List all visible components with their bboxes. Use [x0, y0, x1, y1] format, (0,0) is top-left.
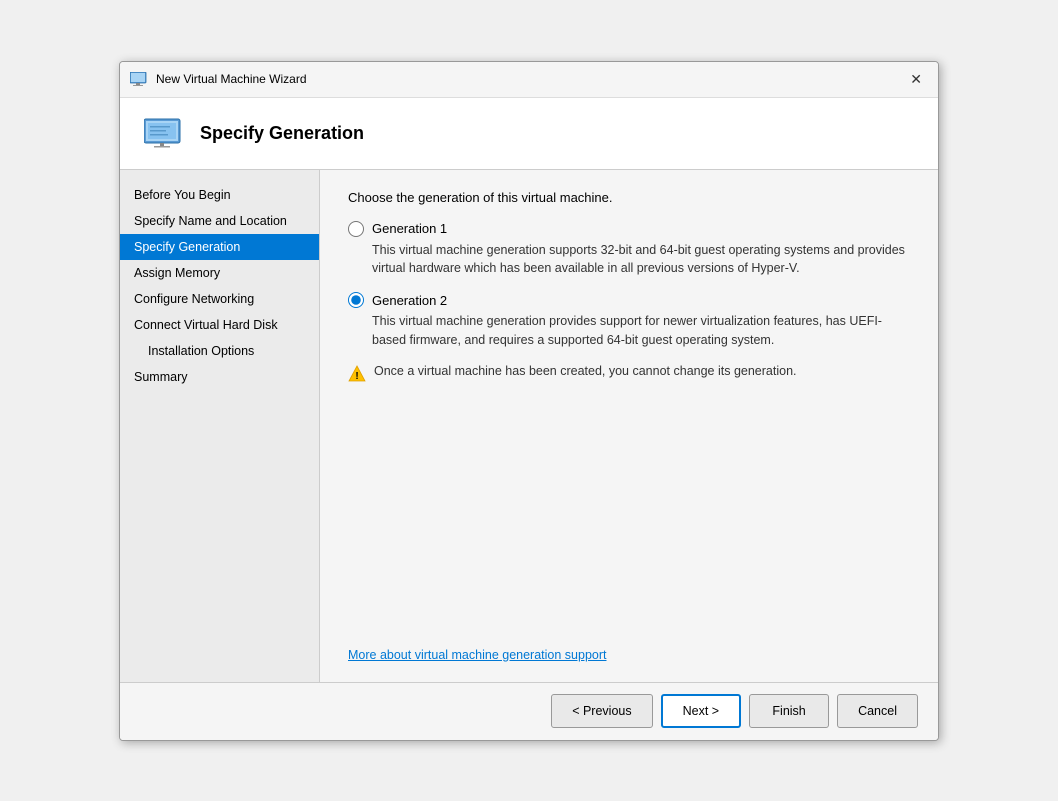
- generation2-radio[interactable]: [348, 292, 364, 308]
- title-bar-title: New Virtual Machine Wizard: [156, 72, 307, 86]
- generation2-description: This virtual machine generation provides…: [372, 312, 910, 350]
- help-link[interactable]: More about virtual machine generation su…: [348, 648, 606, 662]
- generation1-label-row: Generation 1: [348, 221, 910, 237]
- sidebar-item-specify-generation[interactable]: Specify Generation: [120, 234, 319, 260]
- generation2-label-row: Generation 2: [348, 292, 910, 308]
- next-button[interactable]: Next >: [661, 694, 741, 728]
- generation1-label[interactable]: Generation 1: [372, 221, 447, 236]
- finish-button[interactable]: Finish: [749, 694, 829, 728]
- wizard-header: Specify Generation: [120, 98, 938, 170]
- wizard-dialog: New Virtual Machine Wizard ✕ Specify Gen…: [119, 61, 939, 741]
- generation1-option: Generation 1 This virtual machine genera…: [348, 221, 910, 279]
- sidebar-item-before-you-begin[interactable]: Before You Begin: [120, 182, 319, 208]
- vm-icon-small: [130, 72, 148, 86]
- monitor-icon: [144, 117, 184, 149]
- title-bar: New Virtual Machine Wizard ✕: [120, 62, 938, 98]
- title-bar-left: New Virtual Machine Wizard: [130, 72, 307, 86]
- wizard-body: Before You Begin Specify Name and Locati…: [120, 170, 938, 682]
- wizard-content: Choose the generation of this virtual ma…: [320, 170, 938, 682]
- warning-box: ! Once a virtual machine has been create…: [348, 364, 910, 386]
- sidebar-item-assign-memory[interactable]: Assign Memory: [120, 260, 319, 286]
- close-button[interactable]: ✕: [904, 69, 928, 90]
- generation2-option: Generation 2 This virtual machine genera…: [348, 292, 910, 350]
- warning-icon: !: [348, 365, 366, 386]
- cancel-button[interactable]: Cancel: [837, 694, 918, 728]
- content-intro: Choose the generation of this virtual ma…: [348, 190, 910, 205]
- generation1-description: This virtual machine generation supports…: [372, 241, 910, 279]
- sidebar-item-summary[interactable]: Summary: [120, 364, 319, 390]
- sidebar-item-connect-vhd[interactable]: Connect Virtual Hard Disk: [120, 312, 319, 338]
- sidebar-item-specify-name-location[interactable]: Specify Name and Location: [120, 208, 319, 234]
- svg-text:!: !: [355, 371, 358, 382]
- warning-text: Once a virtual machine has been created,…: [374, 364, 797, 378]
- radio-group: Generation 1 This virtual machine genera…: [348, 221, 910, 350]
- link-area: More about virtual machine generation su…: [348, 627, 910, 662]
- wizard-sidebar: Before You Begin Specify Name and Locati…: [120, 170, 320, 682]
- wizard-footer: < Previous Next > Finish Cancel: [120, 682, 938, 740]
- previous-button[interactable]: < Previous: [551, 694, 652, 728]
- generation2-label[interactable]: Generation 2: [372, 293, 447, 308]
- sidebar-item-configure-networking[interactable]: Configure Networking: [120, 286, 319, 312]
- wizard-title: Specify Generation: [200, 123, 364, 144]
- sidebar-item-installation-options[interactable]: Installation Options: [120, 338, 319, 364]
- generation1-radio[interactable]: [348, 221, 364, 237]
